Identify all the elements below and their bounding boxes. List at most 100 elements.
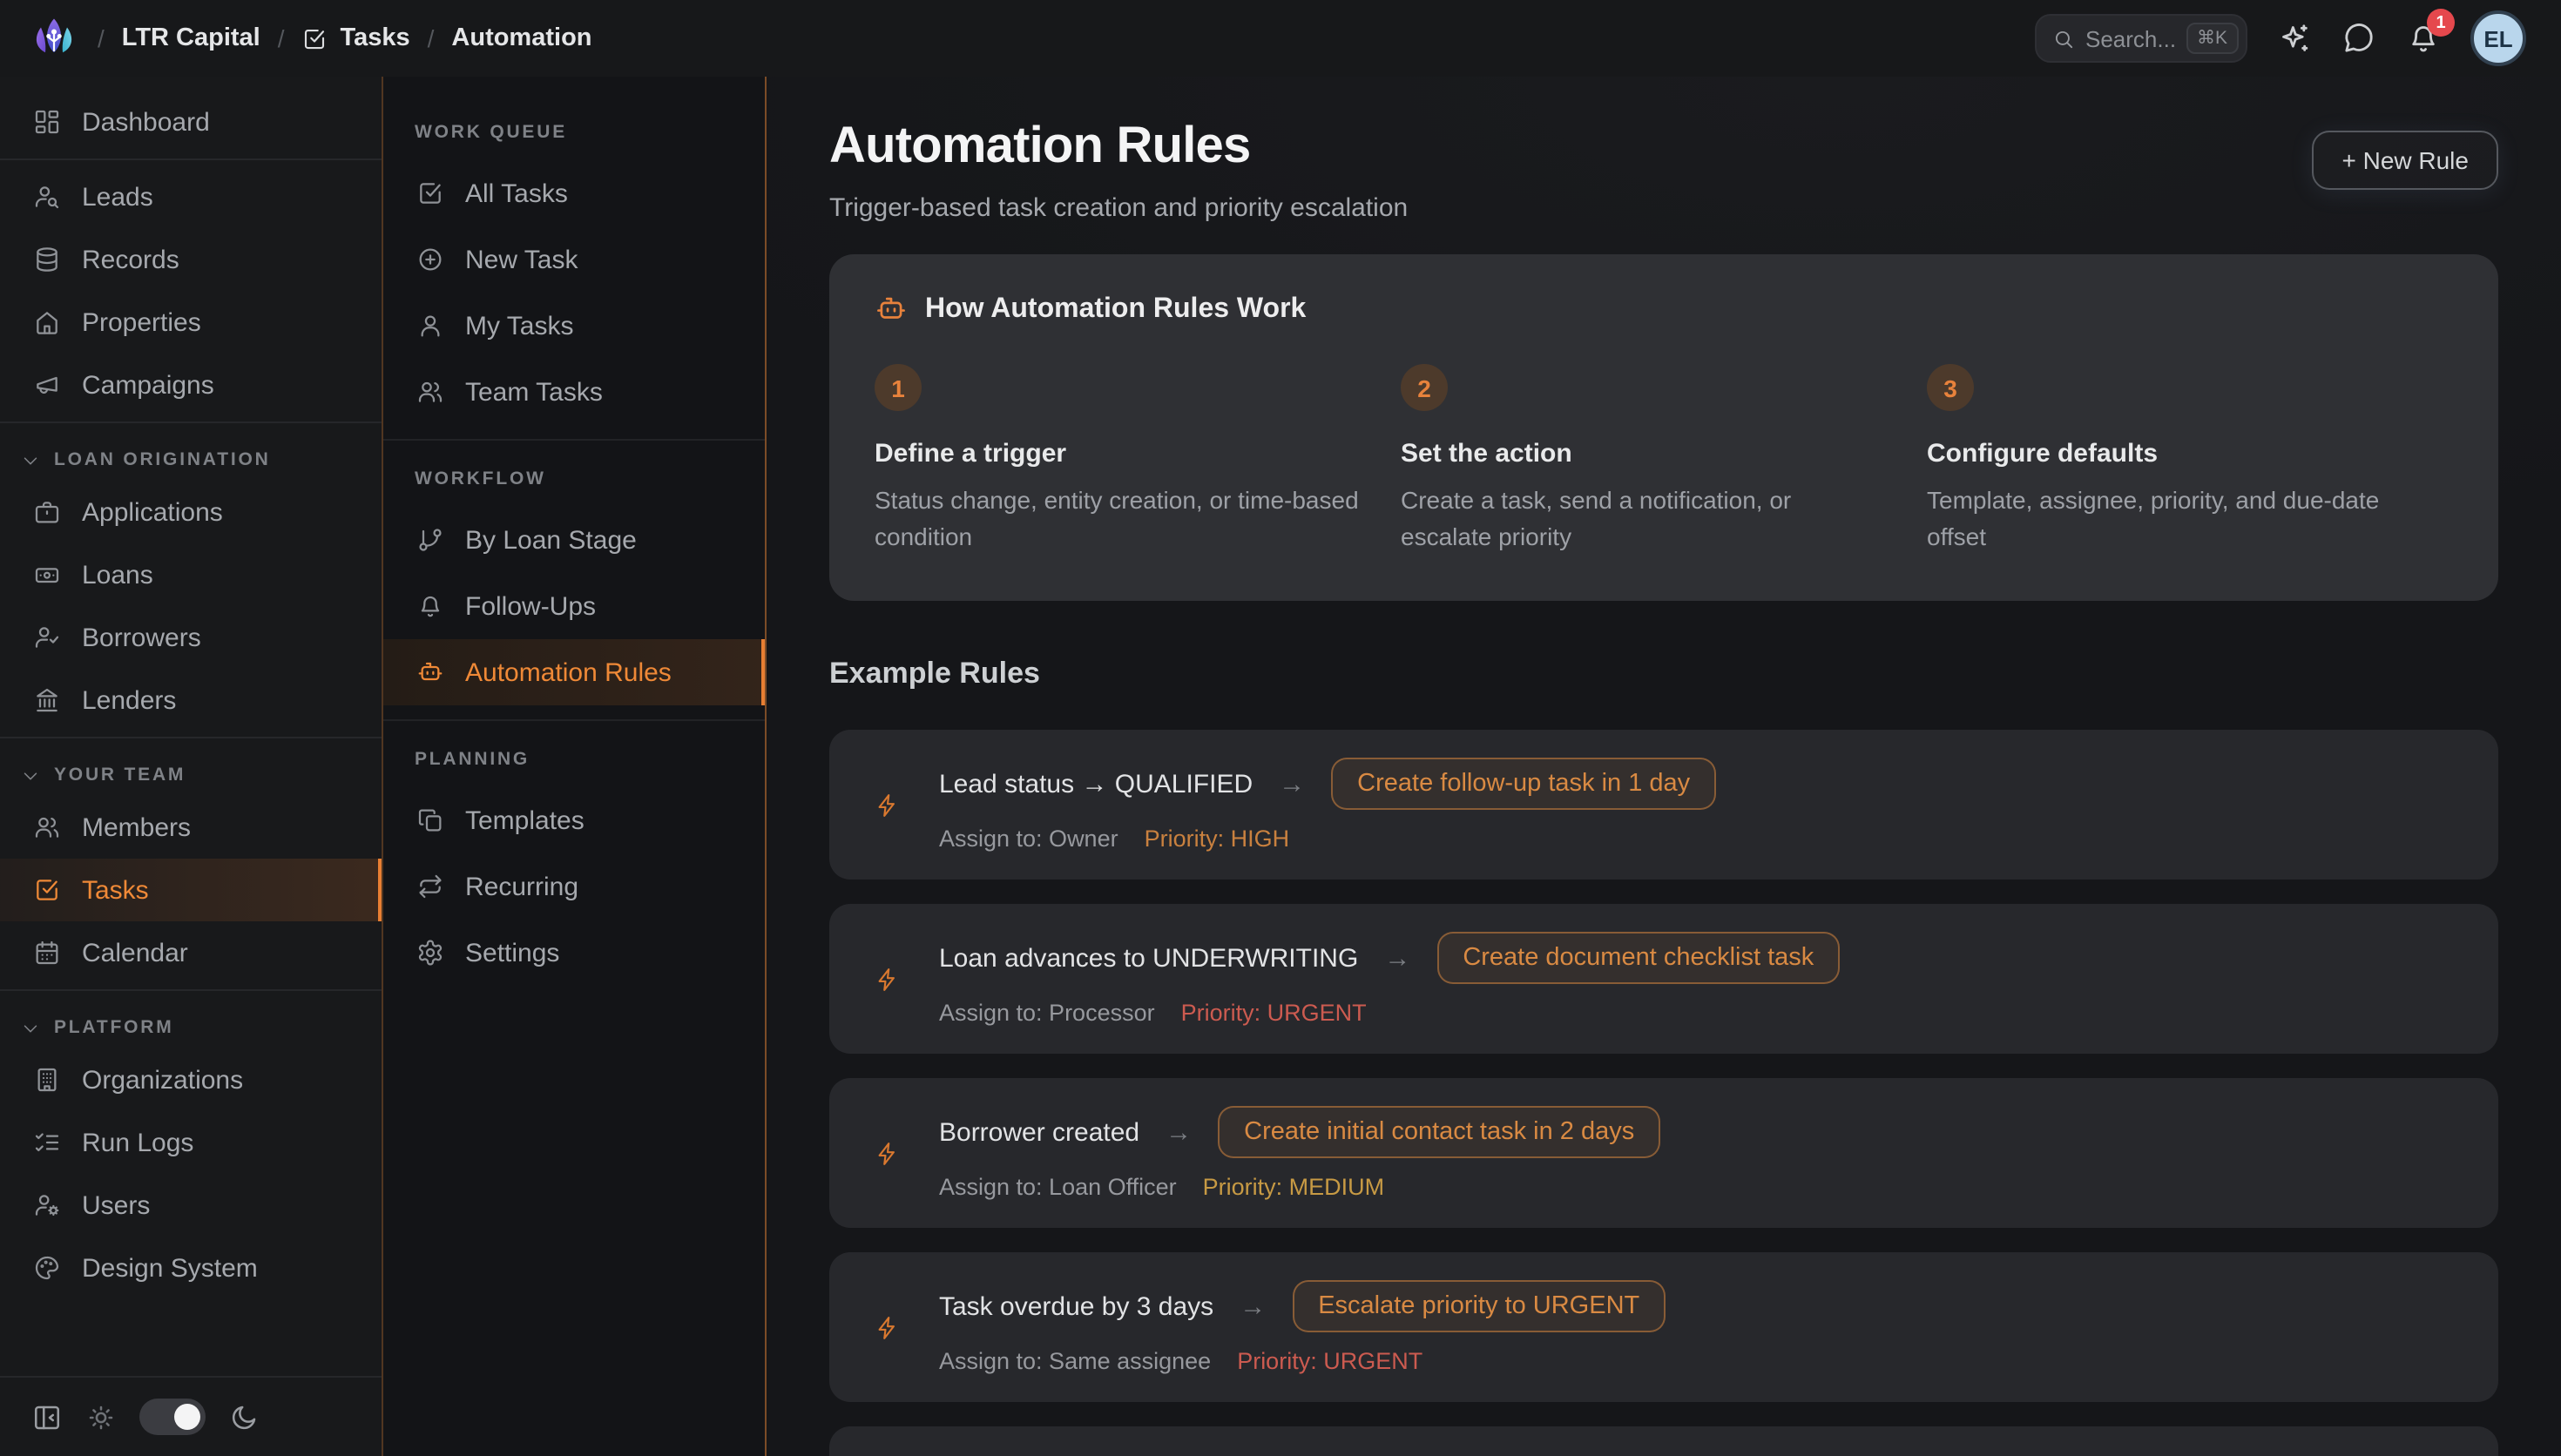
sidebar-item-records[interactable]: Records	[0, 228, 382, 291]
subnav-item-new-task[interactable]: New Task	[383, 226, 765, 293]
subnav-item-team-tasks[interactable]: Team Tasks	[383, 359, 765, 425]
bot-icon	[416, 658, 444, 686]
step-description: Create a task, send a notification, or e…	[1401, 482, 1885, 556]
main-content: Automation Rules Trigger-based task crea…	[767, 77, 2561, 1456]
subnav-item-label: All Tasks	[465, 179, 568, 208]
rule-priority: Priority: URGENT	[1237, 1348, 1422, 1374]
notifications-button[interactable]: 1	[2406, 21, 2441, 56]
ai-assistant-button[interactable]	[2277, 21, 2312, 56]
rule-body: Loan advances to UNDERWRITING → Create d…	[939, 932, 2453, 1026]
sidebar-item-members[interactable]: Members	[0, 796, 382, 859]
primary-sidebar: Dashboard Leads Records Properties	[0, 77, 383, 1456]
rule-trigger: Loan advances to UNDERWRITING	[939, 943, 1358, 973]
users-icon	[416, 378, 444, 406]
subnav-item-settings[interactable]: Settings	[383, 920, 765, 986]
sidebar-item-label: Tasks	[82, 875, 149, 905]
palette-icon	[33, 1254, 61, 1282]
rules-list: Lead status → QUALIFIED → Create follow-…	[829, 730, 2498, 1456]
step-number-badge: 2	[1401, 364, 1448, 411]
sidebar-item-run-logs[interactable]: Run Logs	[0, 1111, 382, 1174]
subnav-item-label: By Loan Stage	[465, 525, 637, 555]
subnav-item-follow-ups[interactable]: Follow-Ups	[383, 573, 765, 639]
collapse-sidebar-button[interactable]	[31, 1401, 63, 1432]
search-input[interactable]	[2085, 25, 2176, 51]
step-title: Define a trigger	[875, 439, 1359, 468]
subnav-item-by-loan-stage[interactable]: By Loan Stage	[383, 507, 765, 573]
breadcrumb-section[interactable]: Tasks	[302, 24, 410, 52]
plus-circle-icon	[416, 246, 444, 273]
breadcrumb-page[interactable]: Automation	[451, 24, 591, 52]
light-mode-icon	[85, 1401, 117, 1432]
how-it-works-card: How Automation Rules Work 1 Define a tri…	[829, 254, 2498, 601]
step-title: Set the action	[1401, 439, 1885, 468]
rule-action-badge[interactable]: Create follow-up task in 1 day	[1331, 758, 1716, 810]
messages-button[interactable]	[2341, 21, 2376, 56]
theme-toggle[interactable]	[139, 1399, 206, 1435]
new-rule-button[interactable]: + New Rule	[2312, 131, 2498, 190]
sidebar-item-design-system[interactable]: Design System	[0, 1237, 382, 1299]
breadcrumb-org[interactable]: LTR Capital	[122, 24, 260, 52]
sidebar-item-loans[interactable]: Loans	[0, 543, 382, 606]
search-input-wrap[interactable]: ⌘K	[2035, 14, 2247, 63]
zap-icon	[875, 966, 901, 992]
zap-icon	[875, 792, 901, 818]
sidebar-item-applications[interactable]: Applications	[0, 481, 382, 543]
sidebar-item-campaigns[interactable]: Campaigns	[0, 354, 382, 416]
subnav-item-label: New Task	[465, 245, 578, 274]
rule-action-badge[interactable]: Create initial contact task in 2 days	[1218, 1106, 1660, 1158]
sidebar-item-label: Run Logs	[82, 1128, 193, 1157]
sidebar-item-borrowers[interactable]: Borrowers	[0, 606, 382, 669]
sidebar-section-your-team[interactable]: YOUR TEAM	[0, 744, 382, 796]
sidebar-section-label: PLATFORM	[54, 1017, 174, 1038]
sidebar-item-label: Records	[82, 245, 179, 274]
notification-count-badge: 1	[2427, 9, 2455, 37]
subnav-item-my-tasks[interactable]: My Tasks	[383, 293, 765, 359]
step-title: Configure defaults	[1927, 439, 2411, 468]
moon-icon	[228, 1401, 260, 1432]
steps-row: 1 Define a trigger Status change, entity…	[875, 364, 2453, 556]
users-icon	[33, 813, 61, 841]
rule-body: Lead status → QUALIFIED → Create follow-…	[939, 758, 2453, 852]
chevron-down-icon	[21, 450, 40, 469]
database-icon	[33, 246, 61, 273]
sidebar-item-properties[interactable]: Properties	[0, 291, 382, 354]
arrow-right-icon: →	[1279, 769, 1305, 799]
sidebar-item-lenders[interactable]: Lenders	[0, 669, 382, 731]
page-header: Automation Rules Trigger-based task crea…	[829, 118, 2498, 223]
subnav-item-automation-rules[interactable]: Automation Rules	[383, 639, 765, 705]
tasks-check-icon	[416, 179, 444, 207]
sidebar-item-label: Loans	[82, 560, 153, 590]
rule-action-badge[interactable]: Escalate priority to URGENT	[1292, 1280, 1666, 1332]
sidebar-item-label: Properties	[82, 307, 201, 337]
sidebar-item-calendar[interactable]: Calendar	[0, 921, 382, 984]
panel-collapse-icon	[31, 1401, 63, 1432]
banknote-icon	[33, 561, 61, 589]
rule-action-badge[interactable]: Create document checklist task	[1436, 932, 1840, 984]
subnav-item-recurring[interactable]: Recurring	[383, 853, 765, 920]
subnav-section-work-queue: WORK QUEUE	[383, 108, 765, 160]
step-number-badge: 3	[1927, 364, 1974, 411]
step-description: Status change, entity creation, or time-…	[875, 482, 1359, 556]
sidebar-section-label: LOAN ORIGINATION	[54, 449, 271, 470]
user-avatar[interactable]: EL	[2470, 10, 2526, 66]
sidebar-item-organizations[interactable]: Organizations	[0, 1048, 382, 1111]
repeat-icon	[416, 873, 444, 900]
subnav-item-all-tasks[interactable]: All Tasks	[383, 160, 765, 226]
sidebar-section-loan-origination[interactable]: LOAN ORIGINATION	[0, 428, 382, 481]
page-subtitle: Trigger-based task creation and priority…	[829, 193, 1408, 223]
subnav-item-templates[interactable]: Templates	[383, 787, 765, 853]
sidebar-section-platform[interactable]: PLATFORM	[0, 996, 382, 1048]
sidebar-item-leads[interactable]: Leads	[0, 165, 382, 228]
rule-assignee: Assign to: Loan Officer	[939, 1174, 1177, 1200]
chat-bubble-icon	[2341, 21, 2376, 56]
rule-card-loan-underwriting: Loan advances to UNDERWRITING → Create d…	[829, 904, 2498, 1054]
search-shortcut-badge: ⌘K	[2186, 23, 2238, 54]
sidebar-item-users[interactable]: Users	[0, 1174, 382, 1237]
rule-card-borrower-created: Borrower created → Create initial contac…	[829, 1078, 2498, 1228]
megaphone-icon	[33, 371, 61, 399]
rule-body: Task overdue by 3 days → Escalate priori…	[939, 1280, 2453, 1374]
sidebar-item-label: Calendar	[82, 938, 188, 967]
sidebar-item-dashboard[interactable]: Dashboard	[0, 91, 382, 153]
sidebar-divider	[0, 737, 382, 738]
sidebar-item-tasks[interactable]: Tasks	[0, 859, 382, 921]
